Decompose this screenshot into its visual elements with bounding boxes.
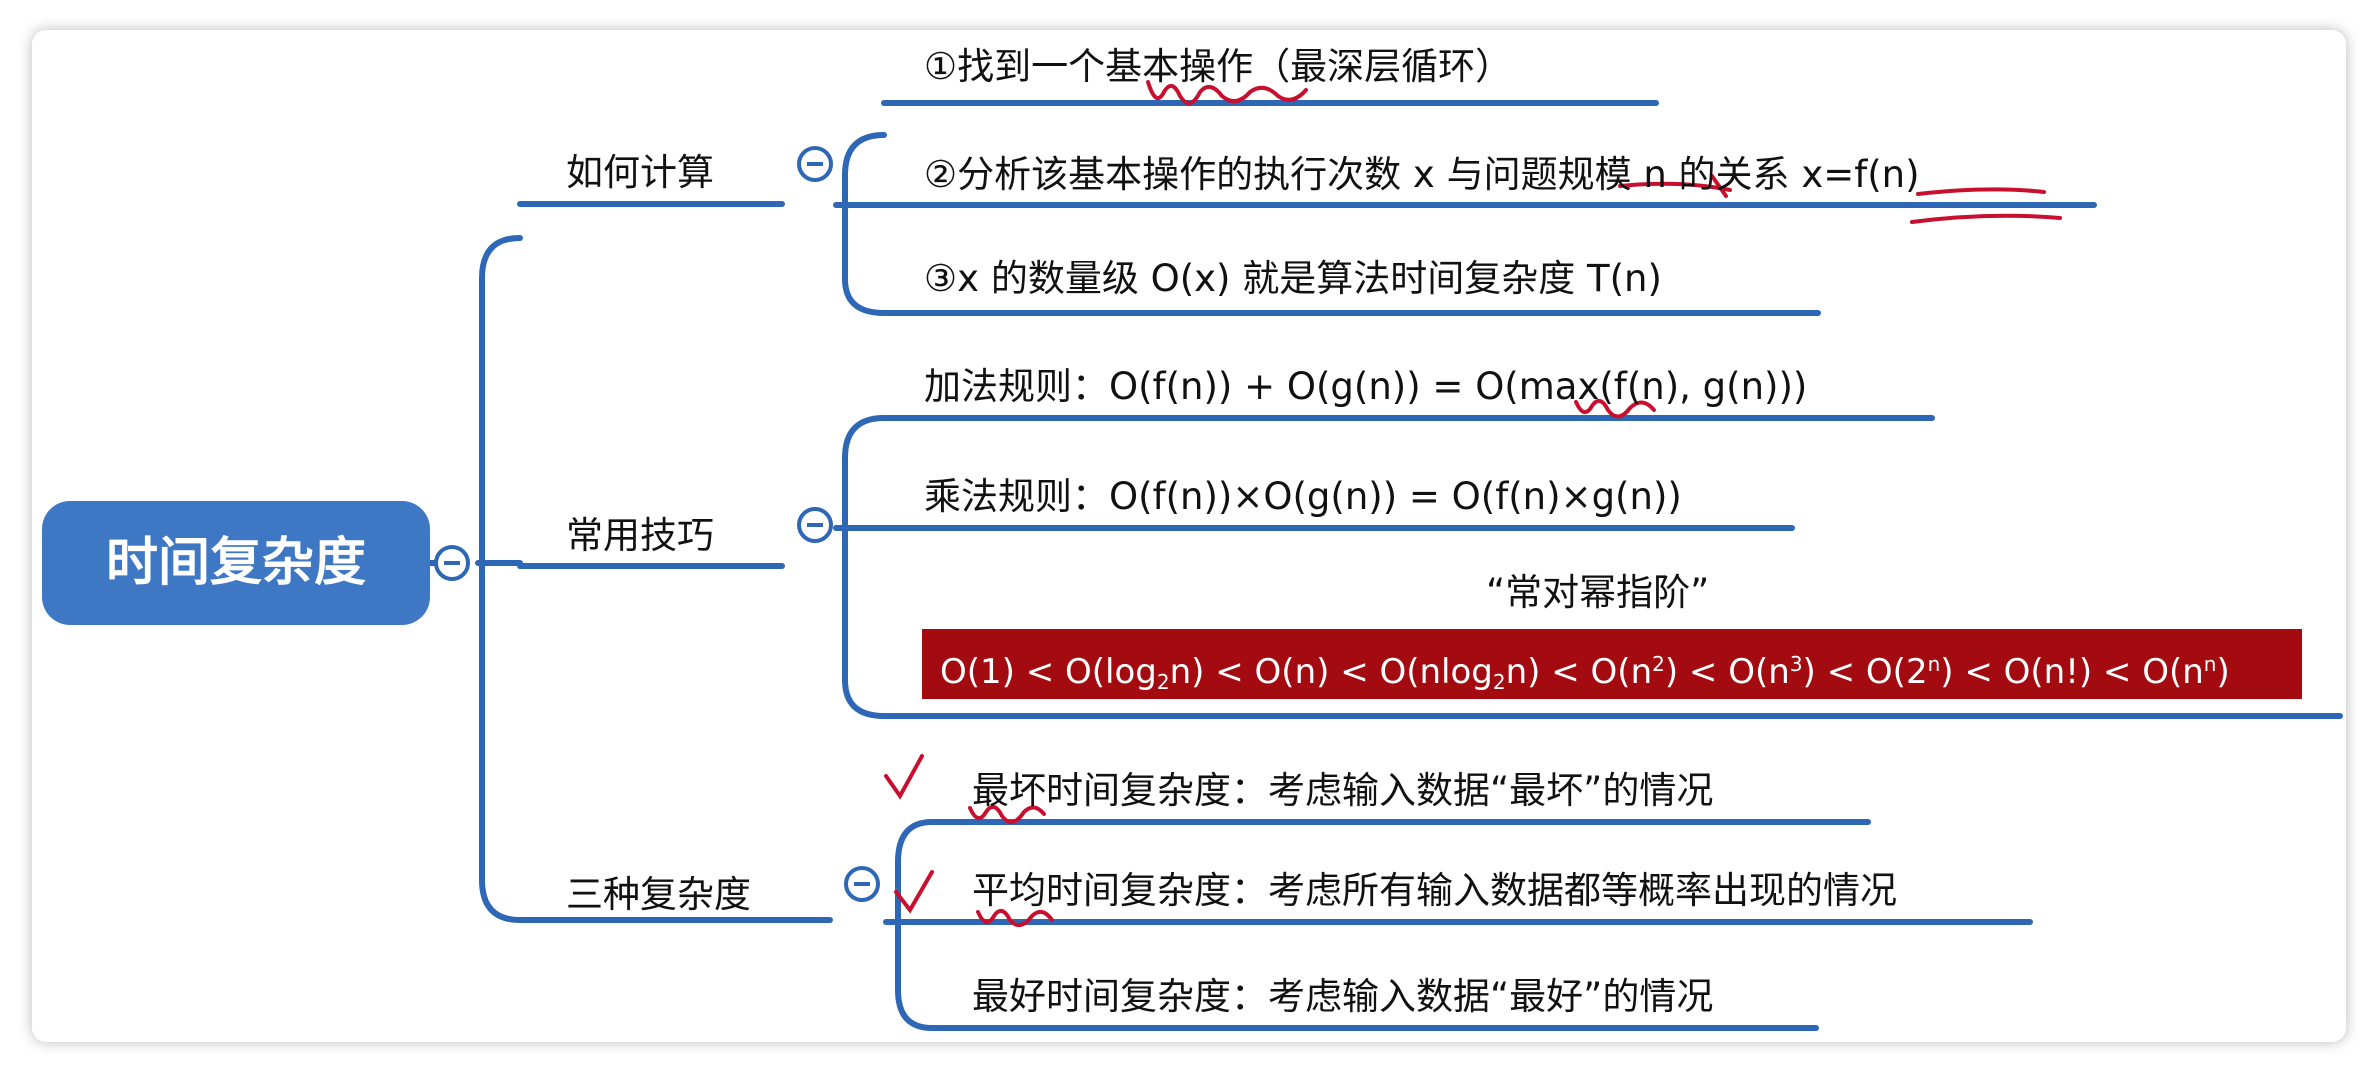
step-1-node[interactable]: ①找到一个基本操作（最深层循环） (924, 36, 1512, 90)
step-3-number: ③ (924, 257, 958, 300)
collapse-button-three[interactable] (844, 866, 880, 902)
collapse-button-tech[interactable] (797, 507, 833, 543)
mnemonic-label: “常对幂指阶” (1486, 571, 1710, 614)
underline-annotation (1910, 213, 2062, 224)
add-rule-node[interactable]: 加法规则：O(f(n)) + O(g(n)) = O(max(f(n), g(n… (924, 356, 1807, 410)
step-1-number: ① (924, 45, 958, 88)
g2-trunk (842, 415, 887, 719)
step-2-number: ② (924, 153, 958, 196)
best-case-node[interactable]: 最好时间复杂度：考虑输入数据“最好”的情况 (972, 966, 1713, 1020)
step-2-text: 分析该基本操作的执行次数 x 与问题规模 n 的关系 x=f(n) (957, 153, 1920, 196)
step-3-text: x 的数量级 O(x) 就是算法时间复杂度 T(n) (957, 257, 1662, 300)
category-techniques[interactable]: 常用技巧 (566, 505, 714, 559)
collapse-button-root[interactable] (434, 545, 470, 581)
mul-rule-node[interactable]: 乘法规则：O(f(n))×O(g(n)) = O(f(n)×g(n)) (924, 466, 1682, 520)
category-how-to-compute[interactable]: 如何计算 (566, 142, 714, 196)
mind-map-canvas: 时间复杂度 如何计算 常用技巧 三种复杂度 ①找到一个基本操作（最深层循环） ②… (0, 0, 2378, 1080)
step-3-node[interactable]: ③x 的数量级 O(x) 就是算法时间复杂度 T(n) (924, 248, 1662, 302)
checkmark-annotation (884, 754, 924, 800)
root-node-label: 时间复杂度 (105, 533, 366, 593)
complexity-order-text: O(1) < O(log2n) < O(n) < O(nlog2n) < O(n… (940, 652, 2230, 694)
underline-annotation (1916, 187, 2046, 196)
worst-case-node[interactable]: 最坏时间复杂度：考虑输入数据“最坏”的情况 (972, 760, 1713, 814)
checkmark-annotation (894, 870, 934, 914)
step-2-node[interactable]: ②分析该基本操作的执行次数 x 与问题规模 n 的关系 x=f(n) (924, 144, 1920, 198)
collapse-button-how[interactable] (797, 146, 833, 182)
root-node[interactable]: 时间复杂度 (42, 501, 430, 625)
complexity-order-node[interactable]: O(1) < O(log2n) < O(n) < O(nlog2n) < O(n… (922, 629, 2302, 699)
average-case-node[interactable]: 平均时间复杂度：考虑所有输入数据都等概率出现的情况 (972, 860, 1897, 914)
step-1-text: 找到一个基本操作（最深层循环） (957, 45, 1513, 88)
category-three-kinds[interactable]: 三种复杂度 (566, 864, 751, 918)
g1-trunk (842, 132, 887, 316)
main-trunk (479, 235, 523, 923)
